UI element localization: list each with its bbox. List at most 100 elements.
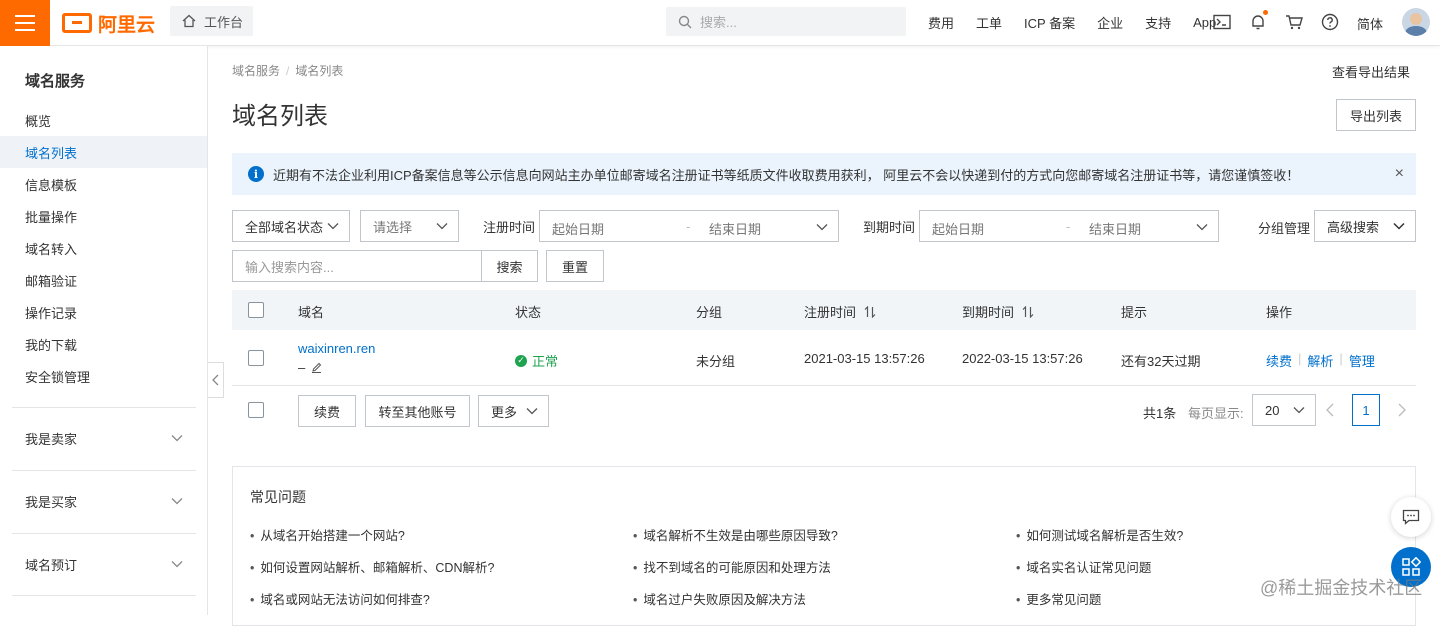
domain-name-link[interactable]: waixinren.ren bbox=[298, 341, 375, 356]
registration-date-range[interactable]: 起始日期 - 结束日期 bbox=[539, 210, 839, 242]
global-search-input[interactable]: 搜索... bbox=[666, 7, 906, 36]
aliyun-logo-icon bbox=[62, 13, 92, 33]
faq-link[interactable]: 从域名开始搭建一个网站? bbox=[250, 525, 404, 544]
status-badge: ✓ 正常 bbox=[515, 351, 558, 370]
table-header: 域名 状态 分组 注册时间 到期时间 提示 操作 bbox=[232, 290, 1416, 330]
chevron-down-icon bbox=[436, 223, 448, 230]
page-number-button[interactable]: 1 bbox=[1352, 394, 1380, 426]
chevron-down-icon bbox=[327, 223, 339, 230]
group-cell: 未分组 bbox=[696, 354, 736, 369]
reset-button[interactable]: 重置 bbox=[546, 250, 604, 282]
bulk-select-checkbox[interactable] bbox=[248, 402, 264, 418]
sidebar-item-info-template[interactable]: 信息模板 bbox=[0, 168, 207, 200]
help-icon[interactable] bbox=[1320, 12, 1340, 32]
top-navigation-bar: 阿里云 工作台 搜索... 费用 工单 ICP 备案 企业 支持 App 简体 bbox=[0, 0, 1440, 46]
breadcrumb-root[interactable]: 域名服务 bbox=[232, 64, 280, 78]
column-header-reg-time[interactable]: 注册时间 bbox=[804, 302, 876, 321]
sidebar-item-my-downloads[interactable]: 我的下载 bbox=[0, 328, 207, 360]
sidebar-group-seller[interactable]: 我是卖家 bbox=[0, 418, 207, 458]
sidebar-item-domain-list[interactable]: 域名列表 bbox=[0, 136, 207, 168]
transfer-account-button[interactable]: 转至其他账号 bbox=[365, 395, 470, 427]
view-export-results-link[interactable]: 查看导出结果 bbox=[1332, 62, 1410, 81]
table-row: waixinren.ren – ✓ 正常 未分组 2021-03-15 13:5… bbox=[232, 330, 1416, 386]
actions-cell: 续费 | 解析 | 管理 bbox=[1266, 351, 1375, 370]
faq-link[interactable]: 域名实名认证常见问题 bbox=[1016, 557, 1151, 576]
language-switch[interactable]: 简体 bbox=[1357, 14, 1383, 33]
more-actions-label: 更多 bbox=[491, 404, 518, 420]
faq-link[interactable]: 域名过户失败原因及解决方法 bbox=[633, 589, 806, 608]
domain-search-input[interactable]: 输入搜索内容... bbox=[232, 250, 482, 282]
search-button[interactable]: 搜索 bbox=[481, 250, 538, 282]
type-select-placeholder: 请选择 bbox=[373, 219, 413, 235]
range-separator: - bbox=[1066, 219, 1071, 234]
domain-status-select[interactable]: 全部域名状态 bbox=[232, 210, 350, 242]
breadcrumb: 域名服务 / 域名列表 bbox=[232, 64, 344, 78]
domain-search-placeholder: 输入搜索内容... bbox=[245, 259, 334, 275]
watermark-text: @稀土掘金技术社区 bbox=[1260, 578, 1423, 598]
nav-link-billing[interactable]: 费用 bbox=[928, 13, 954, 32]
sidebar-group-buyer[interactable]: 我是买家 bbox=[0, 481, 207, 521]
action-separator: | bbox=[1298, 351, 1302, 366]
chevron-left-icon[interactable] bbox=[1326, 403, 1334, 417]
nav-link-enterprise[interactable]: 企业 bbox=[1097, 13, 1123, 32]
bulk-renew-button[interactable]: 续费 bbox=[298, 395, 356, 427]
cart-icon[interactable] bbox=[1284, 12, 1304, 32]
faq-link[interactable]: 找不到域名的可能原因和处理方法 bbox=[633, 557, 831, 576]
user-avatar[interactable] bbox=[1402, 8, 1430, 36]
group-management-link[interactable]: 分组管理 bbox=[1258, 218, 1310, 237]
faq-panel: 常见问题 从域名开始搭建一个网站? 域名解析不生效是由哪些原因导致? 如何测试域… bbox=[232, 466, 1416, 626]
domain-remark-value: – bbox=[298, 360, 306, 375]
edit-icon[interactable] bbox=[311, 362, 322, 373]
faq-link[interactable]: 域名或网站无法访问如何排查? bbox=[250, 589, 429, 608]
faq-link[interactable]: 域名解析不生效是由哪些原因导致? bbox=[633, 525, 837, 544]
hamburger-menu-button[interactable] bbox=[0, 0, 50, 46]
feedback-button[interactable] bbox=[1391, 497, 1431, 537]
nav-link-icp[interactable]: ICP 备案 bbox=[1024, 13, 1075, 32]
sidebar-item-operation-log[interactable]: 操作记录 bbox=[0, 296, 207, 328]
aliyun-logo[interactable]: 阿里云 bbox=[62, 10, 155, 36]
advanced-search-button[interactable]: 高级搜索 bbox=[1314, 210, 1416, 242]
column-header-actions: 操作 bbox=[1266, 305, 1293, 320]
nav-link-tickets[interactable]: 工单 bbox=[976, 13, 1002, 32]
type-select[interactable]: 请选择 bbox=[360, 210, 459, 242]
sidebar-item-batch-operation[interactable]: 批量操作 bbox=[0, 200, 207, 232]
expiry-date-range[interactable]: 起始日期 - 结束日期 bbox=[919, 210, 1219, 242]
sidebar-item-security-lock[interactable]: 安全锁管理 bbox=[0, 360, 207, 392]
top-nav-links: 费用 工单 ICP 备案 企业 支持 App bbox=[928, 0, 1238, 44]
sidebar-item-email-verification[interactable]: 邮箱验证 bbox=[0, 264, 207, 296]
more-actions-dropdown[interactable]: 更多 bbox=[478, 395, 549, 427]
home-icon bbox=[182, 14, 196, 28]
sidebar-collapse-button[interactable] bbox=[208, 362, 224, 398]
faq-link[interactable]: 如何测试域名解析是否生效? bbox=[1016, 525, 1183, 544]
sidebar-group-domain-reserve[interactable]: 域名预订 bbox=[0, 544, 207, 584]
dns-resolve-link[interactable]: 解析 bbox=[1307, 351, 1333, 370]
close-icon[interactable]: × bbox=[1395, 165, 1404, 183]
faq-link[interactable]: 如何设置网站解析、邮箱解析、CDN解析? bbox=[250, 557, 494, 576]
manage-link[interactable]: 管理 bbox=[1349, 351, 1375, 370]
nav-link-support[interactable]: 支持 bbox=[1145, 13, 1171, 32]
sidebar-item-domain-transfer-in[interactable]: 域名转入 bbox=[0, 232, 207, 264]
export-list-button[interactable]: 导出列表 bbox=[1336, 99, 1416, 131]
page-size-select[interactable]: 20 bbox=[1252, 394, 1316, 426]
terminal-icon[interactable] bbox=[1212, 12, 1232, 32]
top-nav-icons bbox=[1212, 10, 1356, 34]
registration-time-label: 注册时间 bbox=[483, 220, 536, 235]
select-all-checkbox[interactable] bbox=[248, 302, 264, 318]
renew-link[interactable]: 续费 bbox=[1266, 351, 1292, 370]
reg-end-date-placeholder: 结束日期 bbox=[709, 222, 762, 237]
workbench-button[interactable]: 工作台 bbox=[170, 6, 253, 36]
sidebar-group-label: 域名预订 bbox=[25, 557, 78, 573]
column-header-exp-time-label: 到期时间 bbox=[962, 305, 1015, 320]
bell-icon[interactable] bbox=[1248, 10, 1268, 32]
faq-more-link[interactable]: 更多常见问题 bbox=[1016, 589, 1101, 608]
brand-name: 阿里云 bbox=[98, 14, 156, 36]
status-text: 正常 bbox=[532, 354, 559, 369]
workbench-label: 工作台 bbox=[204, 14, 244, 30]
exp-end-date-placeholder: 结束日期 bbox=[1089, 222, 1142, 237]
column-header-exp-time[interactable]: 到期时间 bbox=[962, 302, 1034, 321]
exp-time-cell: 2022-03-15 13:57:26 bbox=[962, 351, 1083, 366]
domain-status-value: 全部域名状态 bbox=[245, 219, 324, 235]
chevron-right-icon[interactable] bbox=[1398, 403, 1406, 417]
sidebar-item-overview[interactable]: 概览 bbox=[0, 104, 207, 136]
row-checkbox[interactable] bbox=[248, 350, 264, 366]
